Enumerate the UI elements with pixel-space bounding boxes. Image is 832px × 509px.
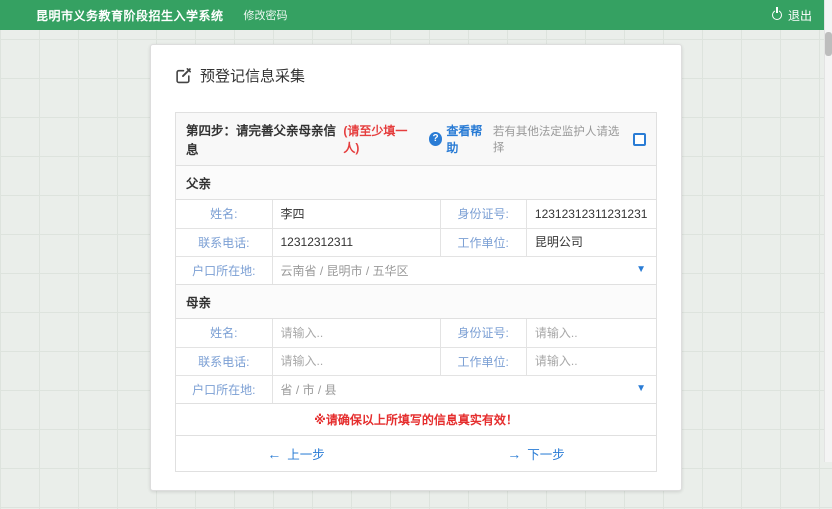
mother-phone-cell (272, 347, 440, 375)
chevron-down-icon[interactable]: ▼ (636, 383, 646, 394)
mother-work-label: 工作单位: (440, 347, 526, 375)
father-work-label: 工作单位: (440, 228, 526, 256)
logout-button[interactable]: 退出 (772, 7, 812, 24)
father-residence-label: 户口所在地: (176, 256, 272, 284)
page-title: 预登记信息采集 (200, 65, 305, 86)
card-header: 预登记信息采集 (175, 61, 657, 86)
scrollbar[interactable] (824, 0, 832, 462)
table-row: 联系电话: 工作单位: (176, 228, 656, 256)
guardian-note: 若有其他法定监护人请选择 (493, 123, 626, 155)
table-row: 姓名: 身份证号: (176, 200, 656, 228)
father-name-label: 姓名: (176, 200, 272, 228)
mother-id-input[interactable] (535, 326, 648, 340)
father-work-cell (526, 228, 656, 256)
table-row: 户口所在地: 省 / 市 / 县 ▼ (176, 375, 656, 403)
prev-button-label: 上一步 (287, 448, 325, 462)
step-header: 第四步：请完善父亲母亲信息 (请至少填一人) ? 查看帮助 若有其他法定监护人请… (176, 113, 656, 165)
logout-label: 退出 (788, 7, 812, 24)
father-work-input[interactable] (535, 235, 648, 249)
father-residence-select[interactable]: 云南省 / 昆明市 / 五华区 ▼ (272, 256, 656, 284)
mother-name-input[interactable] (281, 326, 432, 340)
mother-phone-label: 联系电话: (176, 347, 272, 375)
father-phone-label: 联系电话: (176, 228, 272, 256)
step-required-note: (请至少填一人) (343, 122, 420, 156)
help-icon[interactable]: ? (429, 132, 443, 146)
father-id-input[interactable] (535, 207, 648, 221)
help-link[interactable]: 查看帮助 (446, 122, 492, 156)
father-phone-cell (272, 228, 440, 256)
table-row: 户口所在地: 云南省 / 昆明市 / 五华区 ▼ (176, 256, 656, 284)
mother-work-cell (526, 347, 656, 375)
father-section-header: 父亲 (176, 165, 656, 200)
arrow-right-icon: → (507, 446, 521, 462)
father-id-label: 身份证号: (440, 200, 526, 228)
father-name-input[interactable] (281, 207, 432, 221)
mother-residence-placeholder: 省 / 市 / 县 (281, 383, 337, 397)
mother-name-label: 姓名: (176, 319, 272, 347)
father-residence-value: 云南省 / 昆明市 / 五华区 (281, 264, 409, 278)
mother-table: 姓名: 身份证号: 联系电话: 工作单位: 户口 (176, 319, 656, 403)
table-row: 联系电话: 工作单位: (176, 347, 656, 375)
edit-icon (175, 67, 192, 84)
father-phone-input[interactable] (281, 235, 432, 249)
mother-residence-select[interactable]: 省 / 市 / 县 ▼ (272, 375, 656, 403)
father-name-cell (272, 200, 440, 228)
prev-button[interactable]: ← 上一步 (176, 436, 416, 471)
mother-section-header: 母亲 (176, 284, 656, 319)
father-id-cell (526, 200, 656, 228)
chevron-down-icon[interactable]: ▼ (636, 264, 646, 275)
guardian-checkbox[interactable] (633, 133, 646, 146)
mother-residence-label: 户口所在地: (176, 375, 272, 403)
mother-id-label: 身份证号: (440, 319, 526, 347)
table-row: 姓名: 身份证号: (176, 319, 656, 347)
scrollbar-thumb[interactable] (825, 32, 832, 56)
form-panel: 第四步：请完善父亲母亲信息 (请至少填一人) ? 查看帮助 若有其他法定监护人请… (175, 112, 657, 472)
next-button-label: 下一步 (527, 448, 565, 462)
mother-work-input[interactable] (535, 354, 648, 368)
change-password-link[interactable]: 修改密码 (244, 7, 288, 23)
next-button[interactable]: → 下一步 (416, 436, 656, 471)
mother-name-cell (272, 319, 440, 347)
main-card: 预登记信息采集 第四步：请完善父亲母亲信息 (请至少填一人) ? 查看帮助 若有… (150, 44, 682, 491)
father-table: 姓名: 身份证号: 联系电话: 工作单位: 户口 (176, 200, 656, 284)
arrow-left-icon: ← (267, 446, 281, 462)
app-title: 昆明市义务教育阶段招生入学系统 (36, 7, 224, 24)
mother-phone-input[interactable] (281, 354, 432, 368)
footer-nav: ← 上一步 → 下一步 (176, 435, 656, 471)
navbar: 昆明市义务教育阶段招生入学系统 修改密码 退出 (0, 0, 832, 30)
power-icon (772, 10, 782, 20)
step-title: 第四步：请完善父亲母亲信息 (186, 120, 343, 158)
warning-text: ※请确保以上所填写的信息真实有效！ (176, 403, 656, 435)
mother-id-cell (526, 319, 656, 347)
